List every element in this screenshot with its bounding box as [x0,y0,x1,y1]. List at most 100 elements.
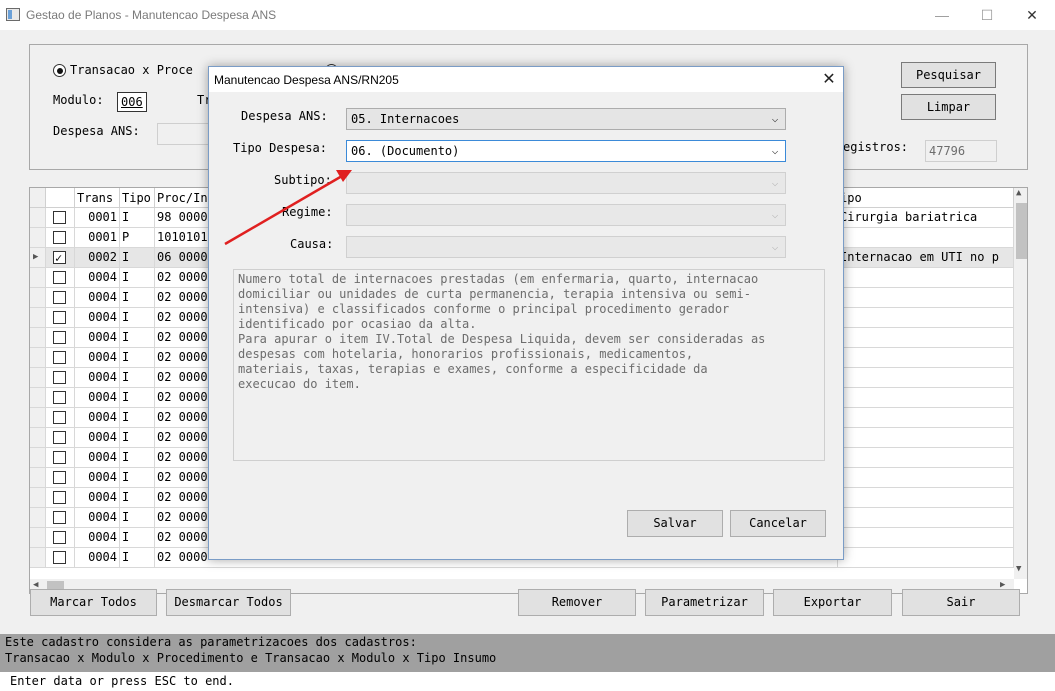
row-select-cell[interactable] [46,248,75,268]
regime-select[interactable]: ⌵ [346,204,786,226]
row-indicator[interactable] [30,348,46,368]
manutencao-despesa-dialog: Manutencao Despesa ANS/RN205 ✕ Despesa A… [208,66,844,560]
row-indicator[interactable] [30,488,46,508]
causa-label: Causa: [290,237,334,251]
row-checkbox[interactable] [53,331,66,344]
row-indicator[interactable] [30,328,46,348]
row-select-cell[interactable] [46,448,75,468]
row-checkbox[interactable] [53,311,66,324]
row-select-cell[interactable] [46,528,75,548]
tipo-despesa-select[interactable]: 06. (Documento) ⌵ [346,140,786,162]
row-indicator[interactable] [30,268,46,288]
desmarcar-todos-button[interactable]: Desmarcar Todos [166,589,291,616]
row-select-cell[interactable] [46,408,75,428]
despesa-ans-select[interactable]: 05. Internacoes ⌵ [346,108,786,130]
row-checkbox[interactable] [53,551,66,564]
row-indicator[interactable] [30,508,46,528]
row-select-cell[interactable] [46,308,75,328]
grid-vertical-scrollbar[interactable]: ▲ ▼ [1014,188,1027,579]
pesquisar-button[interactable]: Pesquisar [901,62,996,88]
sair-button[interactable]: Sair [902,589,1020,616]
app-icon [6,8,20,21]
row-checkbox[interactable] [53,271,66,284]
despesa-ans-input[interactable] [157,123,209,145]
cell-tipo: I [120,468,155,488]
row-select-cell[interactable] [46,288,75,308]
cell-desc-tipo [838,348,1014,368]
row-indicator[interactable]: ▶ [30,248,46,268]
row-select-cell[interactable] [46,268,75,288]
scroll-thumb[interactable] [1016,203,1027,259]
row-checkbox[interactable] [53,531,66,544]
row-checkbox[interactable] [53,231,66,244]
row-indicator[interactable] [30,288,46,308]
scroll-down-icon[interactable]: ▼ [1016,564,1021,574]
row-select-cell[interactable] [46,428,75,448]
grid-header-proc[interactable]: Proc/In [155,188,210,208]
grid-header-trans[interactable]: Trans [75,188,120,208]
description-textarea[interactable]: Numero total de internacoes prestadas (e… [233,269,825,461]
row-checkbox[interactable] [53,471,66,484]
row-indicator[interactable] [30,528,46,548]
dialog-close-icon[interactable]: ✕ [817,69,841,91]
despesa-ans-label: Despesa ANS: [241,109,328,123]
modulo-input[interactable]: 006 [117,92,147,112]
row-select-cell[interactable] [46,548,75,568]
row-indicator[interactable] [30,388,46,408]
row-indicator[interactable] [30,428,46,448]
marcar-todos-button[interactable]: Marcar Todos [30,589,157,616]
maximize-button[interactable]: ☐ [973,4,1001,26]
row-indicator[interactable] [30,448,46,468]
exportar-button[interactable]: Exportar [773,589,892,616]
row-checkbox[interactable] [53,431,66,444]
row-checkbox[interactable] [53,511,66,524]
row-checkbox[interactable] [53,451,66,464]
grid-header-desc-tipo[interactable]: ipo [838,188,1014,208]
grid-header-tipo[interactable]: Tipo [120,188,155,208]
subtipo-select[interactable]: ⌵ [346,172,786,194]
limpar-button[interactable]: Limpar [901,94,996,120]
radio-transacao-procedimento[interactable] [53,64,66,77]
cell-desc-tipo [838,288,1014,308]
row-indicator[interactable] [30,208,46,228]
row-select-cell[interactable] [46,328,75,348]
cancelar-button[interactable]: Cancelar [730,510,826,537]
row-select-cell[interactable] [46,348,75,368]
chevron-down-icon: ⌵ [771,240,779,253]
registros-count: 47796 [925,140,997,162]
row-checkbox[interactable] [53,249,66,267]
parametrizar-button[interactable]: Parametrizar [645,589,764,616]
row-checkbox[interactable] [53,211,66,224]
row-select-cell[interactable] [46,228,75,248]
row-select-cell[interactable] [46,468,75,488]
cell-desc-tipo: Internacao em UTI no p [838,248,1014,268]
modulo-label: Modulo: [53,93,104,107]
row-checkbox[interactable] [53,411,66,424]
row-checkbox[interactable] [53,351,66,364]
row-checkbox[interactable] [53,491,66,504]
row-select-cell[interactable] [46,508,75,528]
row-checkbox[interactable] [53,391,66,404]
row-indicator[interactable] [30,308,46,328]
row-checkbox[interactable] [53,291,66,304]
row-checkbox[interactable] [53,371,66,384]
remover-button[interactable]: Remover [518,589,636,616]
cell-trans: 0004 [75,368,120,388]
row-select-cell[interactable] [46,388,75,408]
row-select-cell[interactable] [46,368,75,388]
cell-tipo: I [120,448,155,468]
row-indicator[interactable] [30,548,46,568]
salvar-button[interactable]: Salvar [627,510,723,537]
row-indicator[interactable] [30,408,46,428]
row-indicator[interactable] [30,228,46,248]
row-select-cell[interactable] [46,208,75,228]
row-indicator[interactable] [30,368,46,388]
row-indicator[interactable] [30,468,46,488]
row-select-cell[interactable] [46,488,75,508]
status-message-area: Este cadastro considera as parametrizaco… [0,634,1055,672]
despesa-ans-value: 05. Internacoes [351,112,460,126]
causa-select[interactable]: ⌵ [346,236,786,258]
minimize-button[interactable]: — [928,4,956,26]
scroll-up-icon[interactable]: ▲ [1016,188,1021,198]
close-button[interactable]: ✕ [1018,4,1046,26]
